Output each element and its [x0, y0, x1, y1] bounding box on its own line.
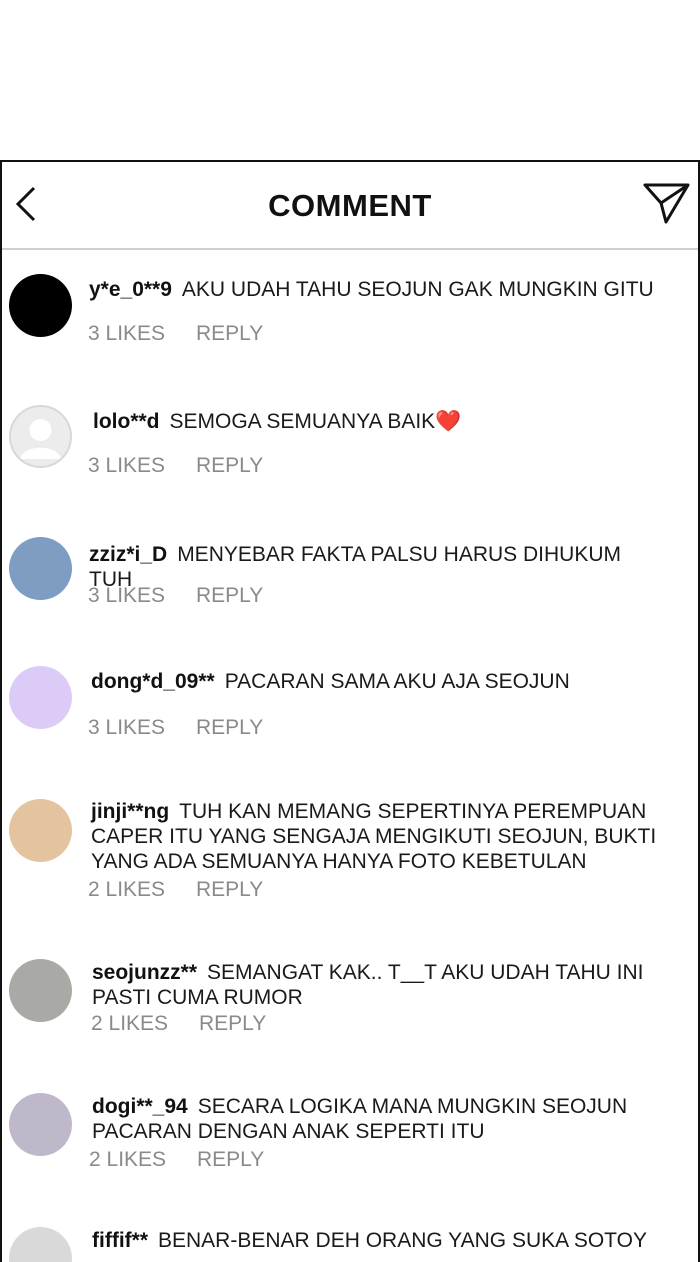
comment-username[interactable]: dong*d_09**: [91, 670, 215, 693]
comment-actions: 3 LIKES REPLY: [88, 322, 263, 346]
comment-username[interactable]: lolo**d: [93, 410, 160, 433]
avatar[interactable]: [9, 799, 72, 862]
comment-body: fiffif** BENAR-BENAR DEH ORANG YANG SUKA …: [92, 1228, 668, 1253]
reply-button[interactable]: REPLY: [196, 878, 263, 902]
comment-body: y*e_0**9 AKU UDAH TAHU SEOJUN GAK MUNGKIN…: [89, 277, 668, 302]
avatar[interactable]: [9, 1093, 72, 1156]
comment-body: seojunzz** SEMANGAT KAK.. T__T AKU UDAH T…: [92, 960, 658, 1010]
comment-body: lolo**d SEMOGA SEMUANYA BAIK❤️: [93, 409, 668, 434]
comment-username[interactable]: dogi**_94: [92, 1095, 188, 1118]
comment-actions: 2 LIKES REPLY: [88, 878, 263, 902]
likes-count[interactable]: 3 LIKES: [88, 584, 196, 608]
comment-panel: COMMENT y*e_0**9 AKU UDAH TAHU SEOJUN GAK…: [0, 160, 700, 1262]
reply-button[interactable]: REPLY: [199, 1012, 266, 1036]
reply-button[interactable]: REPLY: [196, 322, 263, 346]
comment-username[interactable]: fiffif**: [92, 1229, 148, 1252]
comment-body: dogi**_94 SECARA LOGIKA MANA MUNGKIN SEOJ…: [92, 1094, 658, 1144]
comment-body: jinji**ng TUH KAN MEMANG SEPERTINYA PEREM…: [91, 799, 658, 874]
comment-actions: 2 LIKES REPLY: [89, 1148, 264, 1172]
comment-text: TUH KAN MEMANG SEPERTINYA PEREMPUAN CAPE…: [91, 800, 657, 873]
comment-actions: 3 LIKES REPLY: [88, 454, 263, 478]
avatar[interactable]: [9, 959, 72, 1022]
default-user-icon: [20, 419, 61, 459]
avatar[interactable]: [9, 274, 72, 337]
comment-actions: 2 LIKES REPLY: [91, 1012, 266, 1036]
likes-count[interactable]: 2 LIKES: [88, 878, 196, 902]
paper-plane-icon[interactable]: [642, 180, 692, 226]
comment-username[interactable]: seojunzz**: [92, 961, 197, 984]
comment-text: SEMOGA SEMUANYA BAIK: [169, 410, 436, 433]
reply-button[interactable]: REPLY: [196, 584, 263, 608]
comment-text: AKU UDAH TAHU SEOJUN GAK MUNGKIN GITU: [181, 278, 654, 301]
reply-button[interactable]: REPLY: [196, 454, 263, 478]
likes-count[interactable]: 2 LIKES: [91, 1012, 199, 1036]
avatar[interactable]: [9, 1227, 72, 1262]
likes-count[interactable]: 3 LIKES: [88, 716, 196, 740]
comment-text: PACARAN SAMA AKU AJA SEOJUN: [224, 670, 570, 693]
comment-username[interactable]: zziz*i_D: [89, 543, 167, 566]
comment-actions: 3 LIKES REPLY: [88, 716, 263, 740]
avatar[interactable]: [9, 666, 72, 729]
comment-username[interactable]: y*e_0**9: [89, 278, 172, 301]
comment-actions: 3 LIKES REPLY: [88, 584, 263, 608]
comment-body: dong*d_09** PACARAN SAMA AKU AJA SEOJUN: [91, 669, 668, 694]
reply-button[interactable]: REPLY: [197, 1148, 264, 1172]
likes-count[interactable]: 3 LIKES: [88, 322, 196, 346]
avatar[interactable]: [9, 537, 72, 600]
avatar[interactable]: [9, 405, 72, 468]
likes-count[interactable]: 2 LIKES: [89, 1148, 197, 1172]
comment-username[interactable]: jinji**ng: [91, 800, 169, 823]
comment-text: BENAR-BENAR DEH ORANG YANG SUKA SOTOY: [158, 1229, 647, 1252]
likes-count[interactable]: 3 LIKES: [88, 454, 196, 478]
reply-button[interactable]: REPLY: [196, 716, 263, 740]
heart-emoji-icon: ❤️: [435, 410, 462, 433]
header-bar: COMMENT: [2, 162, 698, 250]
page-title: COMMENT: [268, 188, 432, 223]
